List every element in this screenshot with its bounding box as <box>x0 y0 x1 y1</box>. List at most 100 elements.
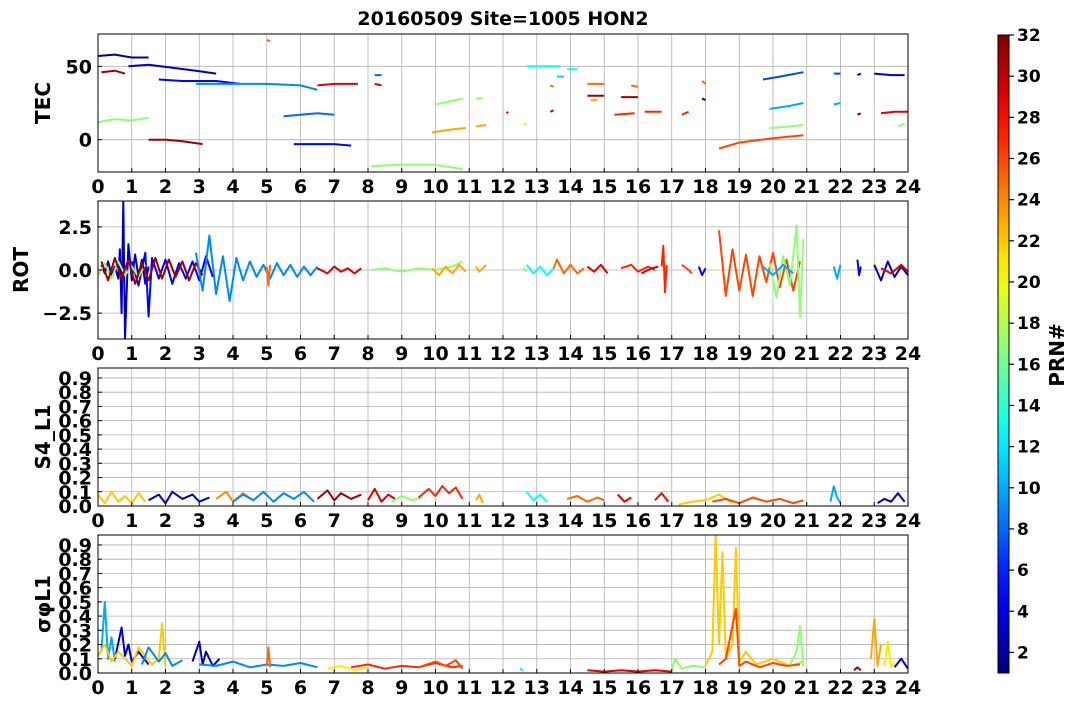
series-group <box>98 485 906 506</box>
grid <box>97 535 909 674</box>
y-axis-label: S4_L1 <box>31 405 55 470</box>
x-tick-label: 17 <box>659 510 685 532</box>
series-line-prn-25 <box>701 80 707 85</box>
series-line-prn-29 <box>880 110 908 115</box>
x-tick-label: 18 <box>692 343 718 365</box>
series-line-prn-25 <box>631 84 639 88</box>
series-line-prn-23 <box>475 264 487 273</box>
colorbar-tick-label: 28 <box>1017 108 1041 128</box>
x-tick-label: 13 <box>524 510 550 532</box>
x-tick-label: 16 <box>625 176 651 198</box>
series-line-prn-25 <box>552 258 585 275</box>
x-tick-label: 20 <box>760 677 786 699</box>
x-tick-label: 12 <box>490 343 516 365</box>
x-tick-label: 1 <box>125 677 138 699</box>
series-line-prn-25 <box>266 38 271 43</box>
series-line-prn-5 <box>293 143 352 147</box>
series-line-prn-31 <box>857 112 862 116</box>
y-tick-label: 50 <box>66 56 92 78</box>
colorbar-tick-label: 24 <box>1017 191 1041 211</box>
x-tick-label: 4 <box>226 343 239 365</box>
x-tick-label: 7 <box>328 510 341 532</box>
series-line-prn-17 <box>769 124 804 129</box>
series-line-prn-9 <box>195 82 318 91</box>
x-tick-label: 17 <box>659 343 685 365</box>
series-line-prn-5 <box>697 266 707 277</box>
panel-1: 0 1 2 3 4 5 6 7 8 9 10 11 12 13 14 15 16 17 18 19 20 21 22 23 24… <box>31 33 921 198</box>
x-tick-label: 4 <box>226 510 239 532</box>
x-tick-label: 15 <box>591 677 617 699</box>
x-tick-label: 0 <box>91 677 104 699</box>
series-line-prn-29 <box>374 82 382 87</box>
x-tick-label: 1 <box>125 343 138 365</box>
x-tick-label: 14 <box>557 176 583 198</box>
x-tick-label: 3 <box>193 677 206 699</box>
colorbar-label: PRN# <box>1045 323 1069 387</box>
series-line-prn-17 <box>522 267 528 273</box>
x-tick-label: 17 <box>659 176 685 198</box>
x-tick-label: 3 <box>193 176 206 198</box>
x-tick-label: 21 <box>794 677 820 699</box>
series-line-prn-31 <box>148 138 203 146</box>
x-tick-label: 13 <box>524 677 550 699</box>
x-tick-label: 18 <box>692 510 718 532</box>
colorbar-tick-label: 16 <box>1017 355 1041 375</box>
series-line-prn-3 <box>191 640 221 667</box>
x-tick-label: 10 <box>422 176 448 198</box>
x-tick-label: 10 <box>422 677 448 699</box>
x-tick-label: 24 <box>895 176 921 198</box>
x-tick-label: 15 <box>591 176 617 198</box>
y-tick-label: 0.0 <box>58 260 92 282</box>
series-line-prn-17 <box>98 116 149 124</box>
x-tick-label: 12 <box>490 510 516 532</box>
x-tick-label: 12 <box>490 677 516 699</box>
x-tick-label: 19 <box>726 176 752 198</box>
series-line-prn-3 <box>701 97 706 102</box>
grid <box>97 34 909 172</box>
x-tick-label: 9 <box>395 176 408 198</box>
x-tick-label: 21 <box>794 176 820 198</box>
x-tick-label: 13 <box>524 343 550 365</box>
y-tick-label: −2.5 <box>42 303 92 325</box>
x-tick-label: 13 <box>524 176 550 198</box>
y-axis-label: σφL1 <box>31 575 55 633</box>
series-line-prn-17 <box>371 163 463 171</box>
colorbar-ticks: 2468101214161820222426283032 <box>1009 26 1041 663</box>
x-tick-label: 14 <box>557 677 583 699</box>
series-line-prn-9 <box>232 490 315 503</box>
y-tick-label: 2.5 <box>58 217 92 239</box>
series-line-prn-5 <box>856 259 862 277</box>
series-line-prn-29 <box>587 669 672 673</box>
x-tick-label: 2 <box>159 343 172 365</box>
series-line-prn-29 <box>549 109 555 113</box>
series-line-prn-7 <box>762 71 804 81</box>
colorbar-tick-label: 22 <box>1017 232 1041 252</box>
y-tick-label: 0.9 <box>58 535 92 557</box>
series-line-prn-21 <box>883 640 896 669</box>
x-tick-label: 2 <box>159 677 172 699</box>
colorbar-tick-label: 10 <box>1017 479 1041 499</box>
colorbar: 2468101214161820222426283032 PRN# <box>997 26 1069 674</box>
series-line-prn-3 <box>893 657 908 670</box>
x-tick-label: 10 <box>422 510 448 532</box>
colorbar-tick-label: 4 <box>1017 602 1029 622</box>
series-line-prn-3 <box>873 260 908 282</box>
x-tick-label: 9 <box>395 510 408 532</box>
x-tick-label: 10 <box>422 343 448 365</box>
x-tick-label: 20 <box>760 343 786 365</box>
series-line-prn-10 <box>832 264 842 280</box>
series-line-prn-29 <box>317 82 358 87</box>
x-tick-label: 4 <box>226 677 239 699</box>
x-tick-label: 11 <box>456 677 482 699</box>
series-line-prn-3 <box>874 72 905 77</box>
series-line-prn-28 <box>654 492 670 503</box>
series-line-prn-25 <box>265 264 272 287</box>
series-line-prn-10 <box>829 485 842 504</box>
colorbar-tick-label: 6 <box>1017 561 1029 581</box>
x-tick-label: 23 <box>861 510 887 532</box>
series-line-prn-23 <box>475 124 487 128</box>
x-tick-label: 8 <box>361 510 374 532</box>
series-line-prn-19 <box>522 122 527 126</box>
x-tick-label: 1 <box>125 510 138 532</box>
colorbar-gradient <box>997 34 1010 674</box>
